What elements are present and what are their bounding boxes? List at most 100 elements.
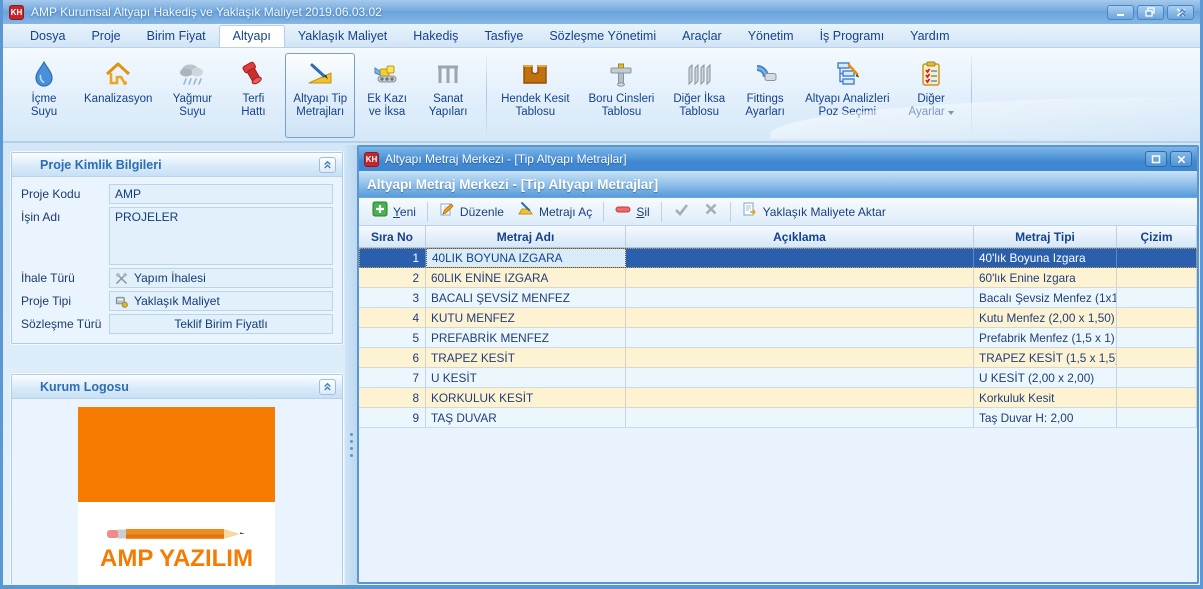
table-body: 140LIK BOYUNA IZGARA40'lık Boyuna Izgara… [359,248,1197,582]
menu-tab-dosya[interactable]: Dosya [17,26,78,47]
column-header-4[interactable]: Çizim [1117,226,1197,247]
dropdown-arrow-icon [948,111,954,115]
isin-adi-field[interactable]: PROJELER [109,207,333,265]
table-row[interactable]: 260LIK ENİNE IZGARA60'lık Enine Izgara [359,268,1197,288]
menu-tab-yonetim[interactable]: Yönetim [735,26,807,47]
ribbon-button-icme-suyu[interactable]: İçmeSuyu [15,53,73,138]
ribbon-button-kanalizasyon[interactable]: Kanalizasyon [76,53,160,138]
cell-metraj-adi: TRAPEZ KESİT [426,348,626,368]
cell-metraj-tipi: Prefabrik Menfez (1,5 x 1) [974,328,1117,348]
ribbon-button-boru-cinsleri-tablosu[interactable]: Boru CinsleriTablosu [581,53,663,138]
clipboard-check-icon [916,57,946,91]
ribbon-button-altyapi-analizleri-poz-secimi[interactable]: Altyapı AnalizleriPoz Seçimi [797,53,897,138]
menu-tab-yaklasik-maliyet[interactable]: Yaklaşık Maliyet [285,26,400,47]
column-header-3[interactable]: Metraj Tipi [974,226,1117,247]
sheet-piles-icon [684,57,714,91]
rain-cloud-icon [177,57,207,91]
cell-aciklama [626,388,974,408]
isin-adi-label: İşin Adı [21,207,109,265]
cell-aciklama [626,268,974,288]
ribbon-button-hendek-kesit-tablosu[interactable]: Hendek KesitTablosu [493,53,577,138]
cell-metraj-adi: KUTU MENFEZ [426,308,626,328]
delete-icon [615,201,631,222]
collapse-panel-button[interactable] [319,379,336,395]
open-metraj-icon [518,201,534,222]
logo-orange-block [78,407,275,502]
menu-tab-araclar[interactable]: Araçlar [669,26,735,47]
column-header-1[interactable]: Metraj Adı [426,226,626,247]
table-row[interactable]: 6TRAPEZ KESİTTRAPEZ KESİT (1,5 x 1,5) [359,348,1197,368]
application-window: KH AMP Kurumsal Altyapı Hakediş ve Yakla… [0,0,1203,589]
cell-aciklama [626,248,974,268]
child-close-button[interactable] [1170,151,1192,167]
menu-tab-birim-fiyat[interactable]: Birim Fiyat [134,26,219,47]
cell-metraj-adi: KORKULUK KESİT [426,388,626,408]
ribbon-button-yagmur-suyu[interactable]: YağmurSuyu [163,53,221,138]
ribbon-button-altyapi-tip-metrajlari[interactable]: Altyapı TipMetrajları [285,53,355,138]
minimize-button[interactable] [1107,5,1134,20]
company-logo-image: AMP YAZILIM [78,407,275,589]
ribbon-button-ek-kazi-ve-iksa[interactable]: Ek Kazıve İksa [358,53,416,138]
toolbar-button-duzenle[interactable]: Düzenle [432,198,511,225]
child-toolbar: Yeni DüzenleMetrajı Aç Sil Yaklaşık Maliyet… [359,198,1197,226]
cell-aciklama [626,368,974,388]
panel-splitter[interactable] [345,145,357,585]
toolbar-separator [661,202,662,222]
column-header-2[interactable]: Açıklama [626,226,974,247]
menu-tab-yardim[interactable]: Yardım [897,26,962,47]
proje-kodu-field[interactable]: AMP [109,184,333,204]
cell-metraj-tipi: 60'lık Enine Izgara [974,268,1117,288]
metraj-merkezi-window: KH Altyapı Metraj Merkezi - [Tip Altyapı… [357,145,1199,584]
column-header-0[interactable]: Sıra No [359,226,426,247]
ribbon-button-fittings-ayarlari[interactable]: FittingsAyarları [736,53,794,138]
cell-aciklama [626,408,974,428]
toolbar-button-yeni[interactable]: Yeni [365,198,423,225]
ribbon-collapse-icon[interactable] [1174,4,1190,20]
table-row[interactable]: 3BACALI ŞEVSİZ MENFEZBacalı Şevsiz Menfe… [359,288,1197,308]
table-row[interactable]: 8KORKULUK KESİTKorkuluk Kesit [359,388,1197,408]
ribbon-button-diger-iksa-tablosu[interactable]: Diğer İksaTablosu [665,53,733,138]
toolbar-button-sil[interactable]: Sil [608,198,656,225]
menu-tab-hakedis[interactable]: Hakediş [400,26,471,47]
proje-tipi-value: Yaklaşık Maliyet [134,294,220,308]
company-logo-panel-header: Kurum Logosu [12,375,342,399]
proje-kodu-label: Proje Kodu [21,184,109,204]
collapse-panel-button[interactable] [319,157,336,173]
ribbon-button-sanat-yapilari[interactable]: SanatYapıları [419,53,477,138]
cell-sira-no: 4 [359,308,426,328]
ribbon-button-diger-ayarlar[interactable]: DiğerAyarlar [901,53,962,138]
table-row[interactable]: 5PREFABRİK MENFEZPrefabrik Menfez (1,5 x… [359,328,1197,348]
toolbar-button-metraji-ac[interactable]: Metrajı Aç [511,198,599,225]
proje-tipi-field[interactable]: Yaklaşık Maliyet [109,291,333,311]
ihale-turu-field[interactable]: Yapım İhalesi [109,268,333,288]
menu-tab-proje[interactable]: Proje [78,26,133,47]
cell-sira-no: 5 [359,328,426,348]
child-window-title: Altyapı Metraj Merkezi - [Tip Altyapı Me… [385,152,1142,166]
menu-tab-altyapi[interactable]: Altyapı [219,25,285,47]
pencil-icon [107,527,247,541]
menu-tab-is-programi[interactable]: İş Programı [807,26,898,47]
project-identity-panel-header: Proje Kimlik Bilgileri [12,153,342,177]
cell-metraj-adi: TAŞ DUVAR [426,408,626,428]
cell-cizim [1117,328,1197,348]
left-panel-column: Proje Kimlik Bilgileri Proje Kodu AMP İş… [11,152,343,585]
toolbar-button-iptal [696,198,726,225]
table-row[interactable]: 4KUTU MENFEZKutu Menfez (2,00 x 1,50) [359,308,1197,328]
menu-tab-sozlesme-yonetimi[interactable]: Sözleşme Yönetimi [536,26,669,47]
restore-button[interactable] [1137,5,1164,20]
toolbar-button-yaklasik-maliyete-aktar[interactable]: Yaklaşık Maliyete Aktar [735,198,893,225]
edit-icon [439,201,455,222]
table-row[interactable]: 140LIK BOYUNA IZGARA40'lık Boyuna Izgara [359,248,1197,268]
cell-sira-no: 1 [359,248,426,268]
sozlesme-turu-field[interactable]: Teklif Birim Fiyatlı [109,314,333,334]
cell-metraj-tipi: Taş Duvar H: 2,00 [974,408,1117,428]
cell-cizim [1117,408,1197,428]
child-restore-button[interactable] [1145,151,1167,167]
ribbon-button-terfi-hatti[interactable]: TerfiHattı [224,53,282,138]
table-row[interactable]: 9TAŞ DUVARTaş Duvar H: 2,00 [359,408,1197,428]
table-row[interactable]: 7U KESİTU KESİT (2,00 x 2,00) [359,368,1197,388]
cell-aciklama [626,328,974,348]
menu-tab-tasfiye[interactable]: Tasfiye [471,26,536,47]
child-header-band: Altyapı Metraj Merkezi - [Tip Altyapı Me… [359,171,1197,198]
app-title: AMP Kurumsal Altyapı Hakediş ve Yaklaşık… [31,5,382,19]
